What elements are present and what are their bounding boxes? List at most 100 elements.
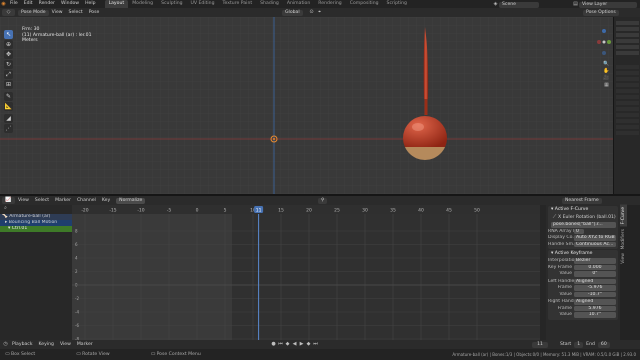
tab-modeling[interactable]: Modeling [128,0,157,8]
right-handle-type-select[interactable]: Aligned [574,299,616,305]
rna-index-field[interactable]: 0 [574,228,584,234]
current-frame-field[interactable]: 11 [532,341,548,348]
pan-hand-icon[interactable]: ✋ [603,68,610,75]
keying-menu[interactable]: Keying [36,341,57,349]
graph-menu-select[interactable]: Select [32,197,52,205]
frame-ruler-label: -15 [109,208,116,214]
measure-tool-icon[interactable]: 📐 [4,102,13,111]
timeline-view-menu[interactable]: View [57,341,74,349]
tab-uv-editing[interactable]: UV Editing [187,0,219,8]
mode-selector[interactable]: Pose Mode [18,9,49,16]
tab-compositing[interactable]: Compositing [346,0,383,8]
right-value-field[interactable]: 10.7° [574,312,616,318]
tab-sculpting[interactable]: Sculpting [157,0,186,8]
select-box-tool-icon[interactable]: ↖ [4,30,13,39]
panel-title[interactable]: ▾ Active F-Curve [548,207,618,213]
status-bar: ▭ Box Select ▭ Rotate View ▭ Pose Contex… [0,349,640,360]
tab-texture-paint[interactable]: Texture Paint [219,0,257,8]
tab-layout[interactable]: Layout [104,0,129,8]
tab-modifiers[interactable]: Modifiers [620,227,627,252]
play-icon[interactable]: ▶ [298,341,305,348]
zoom-icon[interactable]: 🔍 [603,61,610,68]
next-keyframe-icon[interactable]: ◆ [305,341,312,348]
normalize-toggle[interactable]: Normalize [116,197,146,204]
tab-animation[interactable]: Animation [283,0,314,8]
graph-menu-view[interactable]: View [15,197,32,205]
snap-icon[interactable]: ⌖ [316,9,323,16]
channels-search[interactable]: ⌕ [0,205,72,214]
navigation-gizmo[interactable] [596,27,612,57]
jump-end-icon[interactable]: ⏭ [312,341,319,348]
prev-keyframe-icon[interactable]: ◆ [284,341,291,348]
grid-toggle-icon[interactable]: ▦ [603,82,610,89]
scene-name[interactable]: Scene [499,1,539,8]
end-frame-field[interactable]: 60 [597,341,610,348]
view-layer-selector[interactable]: ▤ View Layer [572,1,637,8]
menu-edit[interactable]: Edit [21,0,36,8]
blender-logo-icon[interactable]: ◉ [0,1,7,8]
panel-title[interactable]: ▾ Active Keyframe [548,251,618,257]
timeline-marker-menu[interactable]: Marker [74,341,96,349]
interpolation-select[interactable]: Bezier [574,258,616,264]
pivot-icon[interactable]: ⊙ [308,9,315,16]
key-value-field[interactable]: 0° [574,271,616,277]
scale-tool-icon[interactable]: ⤢ [4,70,13,79]
play-reverse-icon[interactable]: ◀ [291,341,298,348]
record-icon[interactable]: ● [270,341,277,348]
transform-orientation[interactable]: Global [282,9,303,16]
outliner-panel[interactable] [613,17,640,194]
camera-view-icon[interactable]: 🎥 [603,75,610,82]
axis-gizmo-icon[interactable] [596,27,612,57]
tab-fcurve[interactable]: F-Curve [620,205,627,227]
view-layer-name[interactable]: View Layer [579,1,637,8]
viewport-menu-select[interactable]: Select [66,9,86,17]
rotate-tool-icon[interactable]: ↻ [4,60,13,69]
left-handle-type-select[interactable]: Aligned [574,278,616,284]
move-tool-icon[interactable]: ✥ [4,50,13,59]
pose-relax-tool-icon[interactable]: ◢ [4,114,13,123]
tab-scripting[interactable]: Scripting [383,0,411,8]
pose-breakdown-tool-icon[interactable]: ⋰ [4,124,13,133]
channel-row-bone-group[interactable]: ▾ Ctrl.01 [0,226,72,232]
frame-ruler-label: 30 [362,208,368,214]
scene-selector[interactable]: ◈ Scene [492,1,539,8]
graph-area[interactable]: -20-15-10-505101520253035404550 86420-2-… [72,205,540,340]
display-color-select[interactable]: Auto XYZ to RGB [574,235,616,241]
handle-smoothing-select[interactable]: Continuous Ac... [574,241,616,247]
pose-options-button[interactable]: Pose Options [583,9,619,16]
viewport-menu-view[interactable]: View [49,9,66,17]
fcurve-data-path-field[interactable]: pose.bones["ball"].r... [551,222,616,228]
right-frame-field[interactable]: 5.976 [574,305,616,311]
viewport-menu-pose[interactable]: Pose [86,9,103,17]
start-frame-field[interactable]: 1 [574,341,584,348]
playback-menu[interactable]: Playback [9,341,36,349]
tab-shading[interactable]: Shading [256,0,283,8]
menu-window[interactable]: Window [58,0,82,8]
graph-menu-marker[interactable]: Marker [52,197,74,205]
left-frame-field[interactable]: -5.976 [574,285,616,291]
editor-type-button[interactable]: ◇ [2,9,15,16]
frame-ruler-label: -20 [81,208,88,214]
graph-editor-header: 📈 View Select Marker Channel Key Normali… [0,196,640,205]
annotate-tool-icon[interactable]: ✎ [4,92,13,101]
graph-menu-key[interactable]: Key [99,197,113,205]
menu-help[interactable]: Help [82,0,98,8]
transform-tool-icon[interactable]: ⊞ [4,80,13,89]
handle-smoothing-row: Handle Sm... Continuous Ac... [548,241,618,247]
filter-icon[interactable]: ⚲ [318,197,328,204]
menu-file[interactable]: File [7,0,21,8]
graph-editor-type-button[interactable]: 📈 [2,197,15,204]
tab-rendering[interactable]: Rendering [314,0,345,8]
menu-render[interactable]: Render [36,0,58,8]
tab-view[interactable]: View [620,251,627,266]
jump-start-icon[interactable]: ⏮ [277,341,284,348]
frame-ruler-label: 0 [196,208,199,214]
frame-ruler-label: 25 [334,208,340,214]
timeline-editor-icon[interactable]: ◷ [2,341,9,348]
snap-mode-selector[interactable]: Nearest Frame [562,197,602,204]
3d-viewport[interactable]: Frm: 30 (11) Armature-ball (ar) : ler.01… [0,17,613,194]
graph-menu-channel[interactable]: Channel [74,197,99,205]
key-frame-field[interactable]: 0.000 [574,264,616,270]
cursor-tool-icon[interactable]: ⊕ [4,40,13,49]
left-value-field[interactable]: -10.7° [574,291,616,297]
